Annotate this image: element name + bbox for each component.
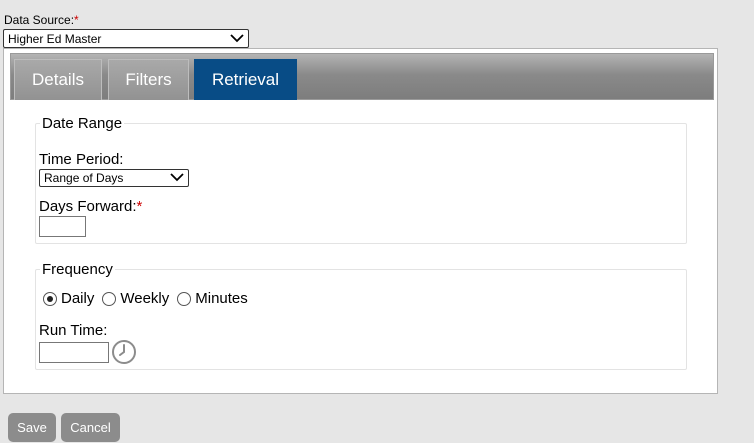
chevron-down-icon [230,33,244,42]
chevron-down-icon [170,173,184,182]
data-source-label-text: Data Source: [4,13,75,27]
data-source-selected-value: Higher Ed Master [8,31,102,46]
run-time-label: Run Time: [39,322,108,339]
tab-filters-label: Filters [125,70,172,89]
radio-weekly-label: Weekly [120,290,170,307]
data-source-select[interactable]: Higher Ed Master [3,29,249,48]
radio-daily[interactable]: Daily [43,290,94,307]
tab-retrieval-label: Retrieval [211,70,280,89]
retrieval-panel: Details Filters Retrieval Date Range Tim… [3,48,718,394]
time-period-label: Time Period: [39,151,124,168]
tab-details-label: Details [32,70,84,89]
run-time-input[interactable] [39,342,109,363]
days-forward-label-text: Days Forward: [39,198,137,215]
cancel-button[interactable]: Cancel [61,413,120,442]
data-source-label: Data Source:* [4,13,79,27]
time-period-selected-value: Range of Days [44,171,124,185]
clock-icon[interactable] [111,339,137,365]
required-asterisk: * [74,13,79,27]
radio-daily-control[interactable] [43,291,57,306]
radio-minutes-label: Minutes [195,290,248,307]
tab-retrieval[interactable]: Retrieval [194,59,297,100]
tab-bar: Details Filters Retrieval [10,53,714,100]
save-button[interactable]: Save [8,413,56,442]
radio-daily-label: Daily [61,290,95,307]
days-forward-label: Days Forward:* [39,198,142,215]
date-range-legend: Date Range [42,115,123,132]
tab-details[interactable]: Details [14,59,102,100]
frequency-legend: Frequency [42,261,113,278]
radio-weekly[interactable]: Weekly [102,290,169,307]
required-asterisk: * [136,198,143,215]
radio-minutes-control[interactable] [177,291,192,306]
days-forward-input[interactable] [39,216,86,237]
radio-weekly-control[interactable] [102,291,117,306]
radio-minutes[interactable]: Minutes [177,290,248,307]
tab-filters[interactable]: Filters [108,59,189,100]
time-period-select[interactable]: Range of Days [39,169,189,187]
frequency-radio-group: Daily Weekly Minutes [43,290,256,307]
